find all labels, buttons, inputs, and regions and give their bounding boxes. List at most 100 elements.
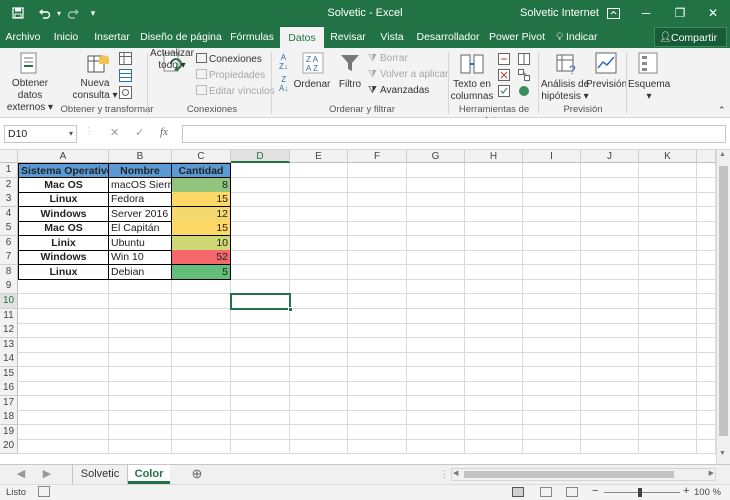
cell[interactable]: [231, 424, 290, 440]
cell[interactable]: [231, 381, 290, 397]
cell[interactable]: [639, 293, 697, 309]
cell[interactable]: [407, 235, 465, 251]
column-header-partial[interactable]: [697, 150, 716, 163]
cell[interactable]: [231, 235, 290, 251]
cell[interactable]: [639, 323, 697, 339]
normal-view-icon[interactable]: [512, 487, 524, 497]
cell[interactable]: [18, 308, 109, 324]
cell[interactable]: [465, 250, 523, 266]
cell[interactable]: [290, 381, 348, 397]
cell[interactable]: [639, 206, 697, 222]
cell[interactable]: [172, 395, 231, 411]
table-header-cell[interactable]: Cantidad: [172, 163, 231, 178]
cell[interactable]: [581, 308, 639, 324]
from-table-icon[interactable]: [119, 69, 132, 85]
column-header[interactable]: I: [523, 150, 581, 163]
column-header[interactable]: A: [18, 150, 109, 163]
formula-input[interactable]: [182, 125, 726, 143]
cell[interactable]: [18, 352, 109, 368]
cell[interactable]: [523, 323, 581, 339]
cell[interactable]: [290, 192, 348, 208]
cell[interactable]: [407, 192, 465, 208]
cell[interactable]: [697, 424, 716, 440]
macro-record-icon[interactable]: [38, 486, 50, 497]
cell[interactable]: [172, 308, 231, 324]
cell[interactable]: [581, 366, 639, 382]
connections-button[interactable]: Conexiones: [196, 53, 262, 66]
cell[interactable]: [348, 366, 407, 382]
cell[interactable]: [109, 424, 172, 440]
flash-fill-icon[interactable]: [498, 53, 510, 68]
table-cell[interactable]: Debian: [109, 264, 172, 280]
cell[interactable]: [639, 279, 697, 295]
reapply-button[interactable]: ⧩ Volver a aplicar: [368, 69, 448, 81]
column-header[interactable]: G: [407, 150, 465, 163]
cell[interactable]: [407, 264, 465, 280]
cell[interactable]: [639, 308, 697, 324]
cell[interactable]: [348, 337, 407, 353]
cell[interactable]: [581, 381, 639, 397]
cell[interactable]: [407, 424, 465, 440]
cell[interactable]: [581, 206, 639, 222]
tab-split-grip-icon[interactable]: ⋮: [440, 469, 449, 480]
horizontal-scrollbar[interactable]: ◀ ▶: [451, 468, 716, 481]
cell[interactable]: [697, 323, 716, 339]
cell[interactable]: [407, 410, 465, 426]
vertical-scrollbar[interactable]: ▲ ▼: [716, 150, 730, 464]
table-cell[interactable]: 15: [172, 192, 231, 208]
cell[interactable]: [231, 366, 290, 382]
cell[interactable]: [697, 192, 716, 208]
cell[interactable]: [172, 279, 231, 295]
tell-me[interactable]: 💡︎ Indicar: [556, 26, 612, 48]
cell[interactable]: [697, 163, 716, 178]
table-cell[interactable]: macOS Sierra: [109, 177, 172, 193]
cell[interactable]: [639, 337, 697, 353]
cell[interactable]: [465, 424, 523, 440]
select-all-corner[interactable]: [0, 150, 18, 163]
cell[interactable]: [523, 192, 581, 208]
table-cell[interactable]: Ubuntu: [109, 235, 172, 251]
cell[interactable]: [581, 323, 639, 339]
cell[interactable]: [18, 366, 109, 382]
next-sheet-icon[interactable]: ▶: [40, 465, 54, 484]
cell[interactable]: [109, 293, 172, 309]
row-header[interactable]: 12: [0, 323, 18, 339]
table-cell[interactable]: Mac OS: [18, 221, 109, 237]
sheet-tab-color[interactable]: Color: [128, 465, 170, 484]
cell[interactable]: [172, 337, 231, 353]
advanced-filter-button[interactable]: ⧩ Avanzadas: [368, 85, 429, 97]
column-header[interactable]: K: [639, 150, 697, 163]
row-header[interactable]: 14: [0, 352, 18, 368]
row-header[interactable]: 4: [0, 206, 18, 222]
cell[interactable]: [697, 366, 716, 382]
column-header[interactable]: F: [348, 150, 407, 163]
insert-function-icon[interactable]: fx: [160, 126, 168, 138]
cell[interactable]: [290, 366, 348, 382]
cell[interactable]: [523, 206, 581, 222]
data-validation-icon[interactable]: [498, 85, 510, 100]
forecast-sheet-button[interactable]: Previsión: [586, 79, 627, 91]
data-model-icon[interactable]: [518, 85, 530, 100]
cell[interactable]: [407, 163, 465, 178]
get-external-data-button[interactable]: Obtener datos externos ▾: [0, 78, 60, 114]
cell[interactable]: [407, 395, 465, 411]
add-sheet-icon[interactable]: ⊕: [188, 465, 206, 484]
cell[interactable]: [697, 395, 716, 411]
cell[interactable]: [18, 439, 109, 455]
table-cell[interactable]: El Capitán: [109, 221, 172, 237]
cell[interactable]: [231, 410, 290, 426]
row-header[interactable]: 16: [0, 381, 18, 397]
cell[interactable]: [231, 264, 290, 280]
row-header[interactable]: 15: [0, 366, 18, 382]
row-header[interactable]: 8: [0, 264, 18, 280]
cell[interactable]: [581, 264, 639, 280]
cell[interactable]: [231, 395, 290, 411]
close-button[interactable]: ✕: [697, 0, 729, 26]
table-cell[interactable]: Windows: [18, 250, 109, 266]
cell[interactable]: [407, 308, 465, 324]
cell[interactable]: [172, 439, 231, 455]
cell[interactable]: [523, 381, 581, 397]
vertical-scrollbar-thumb[interactable]: [719, 166, 728, 436]
cell[interactable]: [465, 264, 523, 280]
scroll-left-icon[interactable]: ◀: [453, 469, 458, 477]
